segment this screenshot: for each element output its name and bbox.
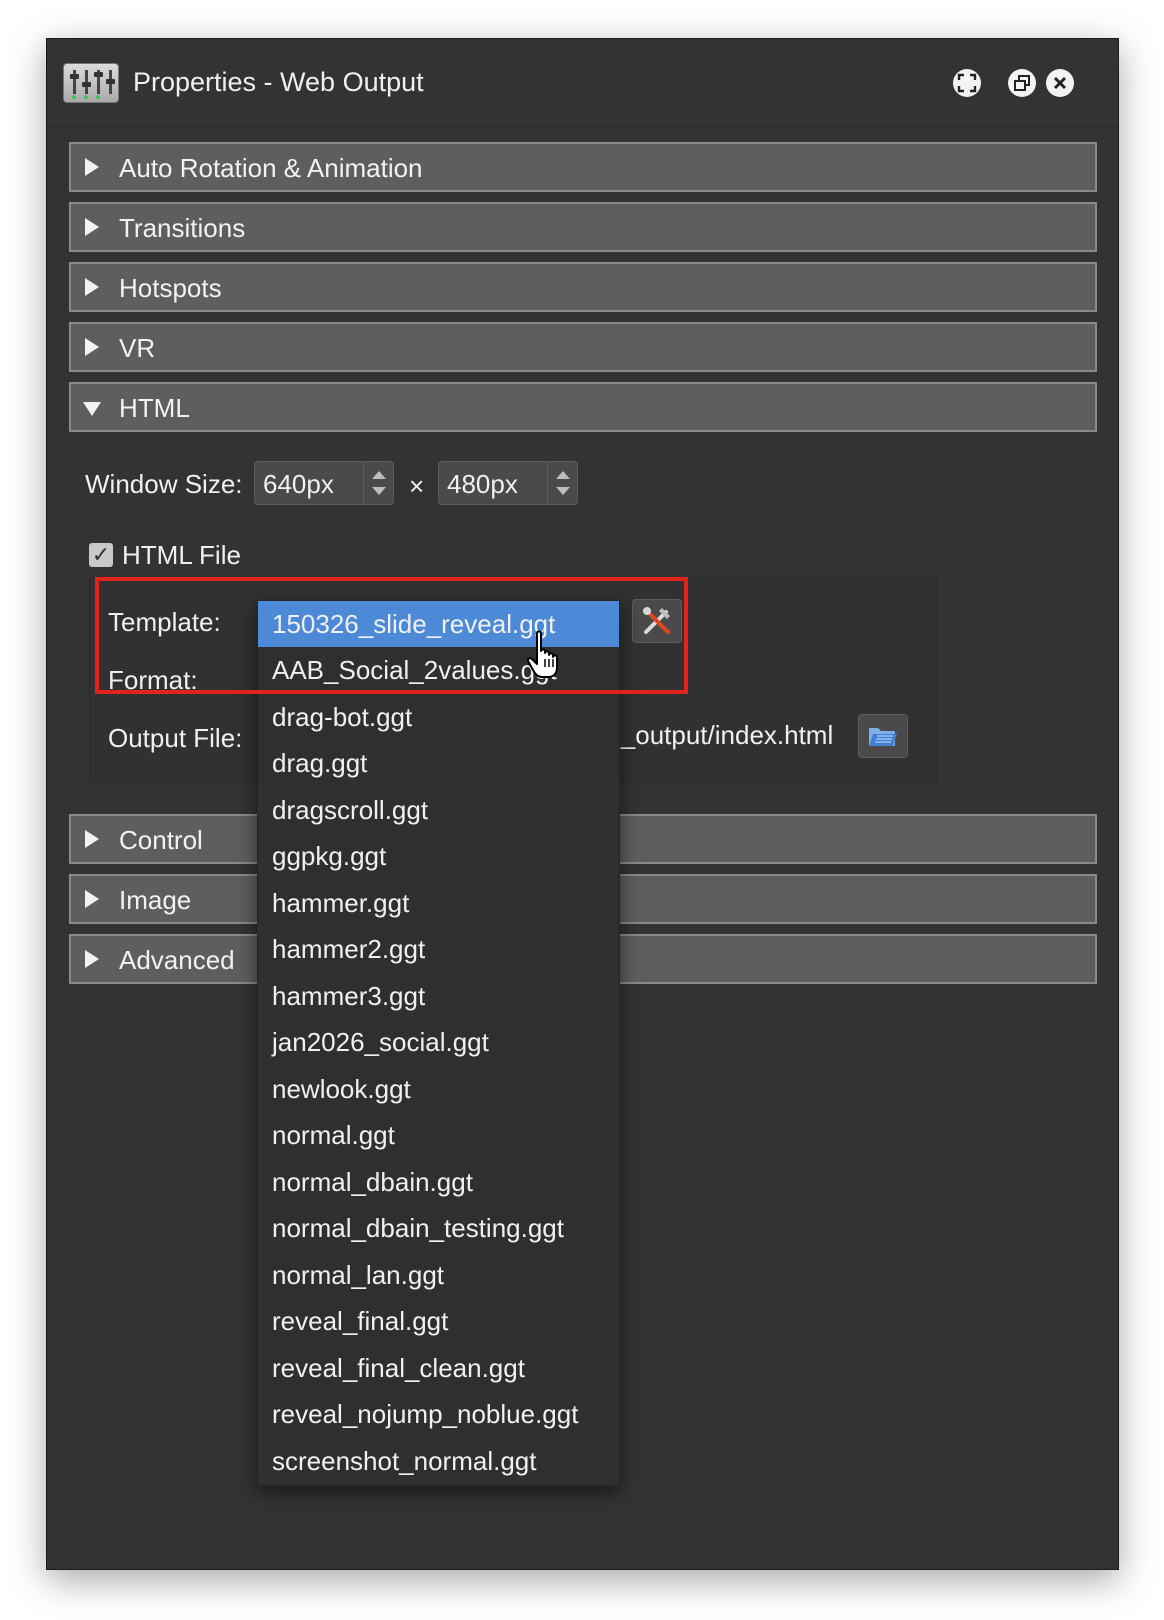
sliders-icon	[63, 63, 119, 103]
expand-arrow-icon	[85, 830, 99, 848]
section-label: Control	[119, 825, 203, 855]
dropdown-item[interactable]: ggpkg.ggt	[258, 833, 619, 879]
dropdown-item[interactable]: 150326_slide_reveal.ggt	[258, 601, 619, 647]
output-file-label: Output File:	[108, 723, 243, 753]
spin-arrows[interactable]	[547, 462, 577, 504]
format-label: Format:	[108, 665, 198, 695]
spin-arrows[interactable]	[363, 462, 393, 504]
window-title: Properties - Web Output	[133, 67, 424, 97]
section-label: Transitions	[119, 213, 246, 243]
section-transitions[interactable]: Transitions	[69, 202, 1097, 252]
dropdown-item[interactable]: jan2026_social.ggt	[258, 1019, 619, 1065]
template-label: Template:	[108, 607, 221, 637]
section-label: Image	[119, 885, 192, 915]
dropdown-item[interactable]: drag-bot.ggt	[258, 694, 619, 740]
browse-output-button[interactable]	[858, 714, 908, 758]
section-label: Auto Rotation & Animation	[119, 153, 423, 183]
times-symbol: ×	[409, 471, 425, 501]
width-value: 640px	[263, 469, 334, 499]
hand-cursor-icon	[527, 630, 558, 678]
output-file-path[interactable]: l_output/index.html	[615, 720, 833, 751]
height-value: 480px	[447, 469, 518, 499]
dropdown-item[interactable]: normal_lan.ggt	[258, 1252, 619, 1298]
dropdown-item[interactable]: normal_dbain_testing.ggt	[258, 1205, 619, 1251]
dropdown-item[interactable]: AAB_Social_2values.ggt	[258, 647, 619, 693]
dropdown-item[interactable]: hammer2.ggt	[258, 926, 619, 972]
collapse-arrow-icon	[83, 402, 101, 416]
dropdown-item[interactable]: hammer.ggt	[258, 880, 619, 926]
expand-arrow-icon	[85, 890, 99, 908]
dropdown-item[interactable]: reveal_nojump_noblue.ggt	[258, 1391, 619, 1437]
section-label: HTML	[119, 393, 190, 423]
expand-arrow-icon	[85, 950, 99, 968]
expand-arrow-icon	[85, 158, 99, 176]
height-spinbox[interactable]: 480px	[438, 461, 578, 505]
title-bar[interactable]: Properties - Web Output	[47, 39, 1118, 127]
properties-window: Properties - Web Output Auto Rotation & …	[46, 38, 1119, 1570]
template-dropdown-list[interactable]: 150326_slide_reveal.ggt AAB_Social_2valu…	[257, 600, 620, 1486]
section-label: Advanced	[119, 945, 235, 975]
section-vr[interactable]: VR	[69, 322, 1097, 372]
html-file-checkbox[interactable]: ✓	[89, 543, 113, 567]
expand-icon[interactable]	[953, 69, 981, 97]
dropdown-item[interactable]: normal_dbain.ggt	[258, 1159, 619, 1205]
expand-arrow-icon	[85, 218, 99, 236]
section-label: Hotspots	[119, 273, 222, 303]
dropdown-item[interactable]: reveal_final_clean.ggt	[258, 1345, 619, 1391]
section-html[interactable]: HTML	[69, 382, 1097, 432]
dropdown-item[interactable]: normal.ggt	[258, 1112, 619, 1158]
expand-arrow-icon	[85, 338, 99, 356]
width-spinbox[interactable]: 640px	[254, 461, 394, 505]
section-hotspots[interactable]: Hotspots	[69, 262, 1097, 312]
html-file-label: HTML File	[122, 540, 241, 570]
dropdown-item[interactable]: hammer3.ggt	[258, 973, 619, 1019]
dropdown-item[interactable]: reveal_final.ggt	[258, 1298, 619, 1344]
restore-icon[interactable]	[1008, 69, 1036, 97]
window-size-label: Window Size:	[85, 469, 243, 499]
close-icon[interactable]	[1046, 69, 1074, 97]
dropdown-item[interactable]: screenshot_normal.ggt	[258, 1438, 619, 1484]
dropdown-item[interactable]: dragscroll.ggt	[258, 787, 619, 833]
folder-open-icon	[869, 728, 897, 746]
dropdown-item[interactable]: newlook.ggt	[258, 1066, 619, 1112]
expand-arrow-icon	[85, 278, 99, 296]
tools-icon	[643, 607, 670, 634]
section-label: VR	[119, 333, 156, 363]
section-auto-rotation[interactable]: Auto Rotation & Animation	[69, 142, 1097, 192]
dropdown-item[interactable]: drag.ggt	[258, 740, 619, 786]
template-edit-button[interactable]	[632, 599, 682, 643]
